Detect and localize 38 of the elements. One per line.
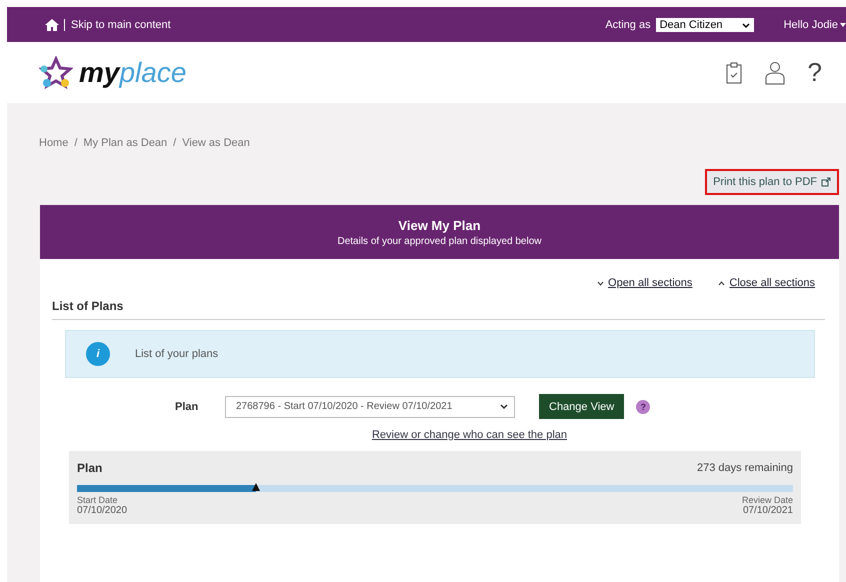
- skip-link[interactable]: Skip to main content: [64, 18, 171, 30]
- acting-as-label: Acting as: [605, 18, 651, 30]
- plan-select[interactable]: 2768796 - Start 07/10/2020 - Review 07/10/2021: [225, 396, 515, 418]
- clipboard-icon[interactable]: [726, 62, 742, 84]
- info-text: List of your plans: [135, 348, 218, 360]
- breadcrumb-link[interactable]: My Plan as Dean: [83, 137, 168, 149]
- breadcrumb-link[interactable]: View as Dean: [182, 137, 250, 149]
- open-sections-link[interactable]: Open all sections: [597, 277, 692, 289]
- logo-text: myplace: [79, 56, 186, 88]
- section-title: List of Plans: [52, 299, 825, 320]
- breadcrumb-separator: /: [74, 137, 78, 149]
- acting-as-select[interactable]: Dean Citizen: [656, 18, 754, 32]
- person-icon[interactable]: [764, 60, 786, 84]
- user-menu[interactable]: Hello Jodie: [784, 18, 838, 30]
- close-sections-link[interactable]: Close all sections: [718, 277, 815, 289]
- start-date-label: Start Date: [77, 495, 118, 505]
- home-icon[interactable]: [45, 18, 59, 30]
- help-icon[interactable]: ?: [636, 400, 650, 414]
- visibility-link[interactable]: Review or change who can see the plan: [372, 429, 568, 441]
- logo-icon: [39, 56, 73, 90]
- breadcrumb-separator: /: [173, 137, 176, 149]
- review-date-label: Review Date: [742, 495, 793, 505]
- plan-label: Plan: [175, 400, 200, 412]
- chevron-up-icon: [718, 280, 726, 286]
- plan-title: Plan: [77, 461, 102, 475]
- help-icon[interactable]: ?: [808, 57, 822, 88]
- review-date: 07/10/2021: [742, 505, 793, 516]
- chevron-down-icon: [597, 280, 604, 286]
- banner-subtitle: Details of your approved plan displayed below: [337, 236, 542, 247]
- banner-title: View My Plan: [398, 218, 481, 233]
- caret-icon[interactable]: [840, 22, 846, 26]
- external-link-icon: [821, 177, 831, 187]
- days-remaining: 273 days remaining: [696, 462, 793, 474]
- print-button[interactable]: Print this plan to PDF: [705, 169, 839, 195]
- breadcrumb-link[interactable]: Home: [39, 137, 68, 149]
- change-view-button[interactable]: Change View: [539, 394, 624, 419]
- info-icon: i: [86, 342, 110, 366]
- start-date: 07/10/2020: [77, 505, 128, 516]
